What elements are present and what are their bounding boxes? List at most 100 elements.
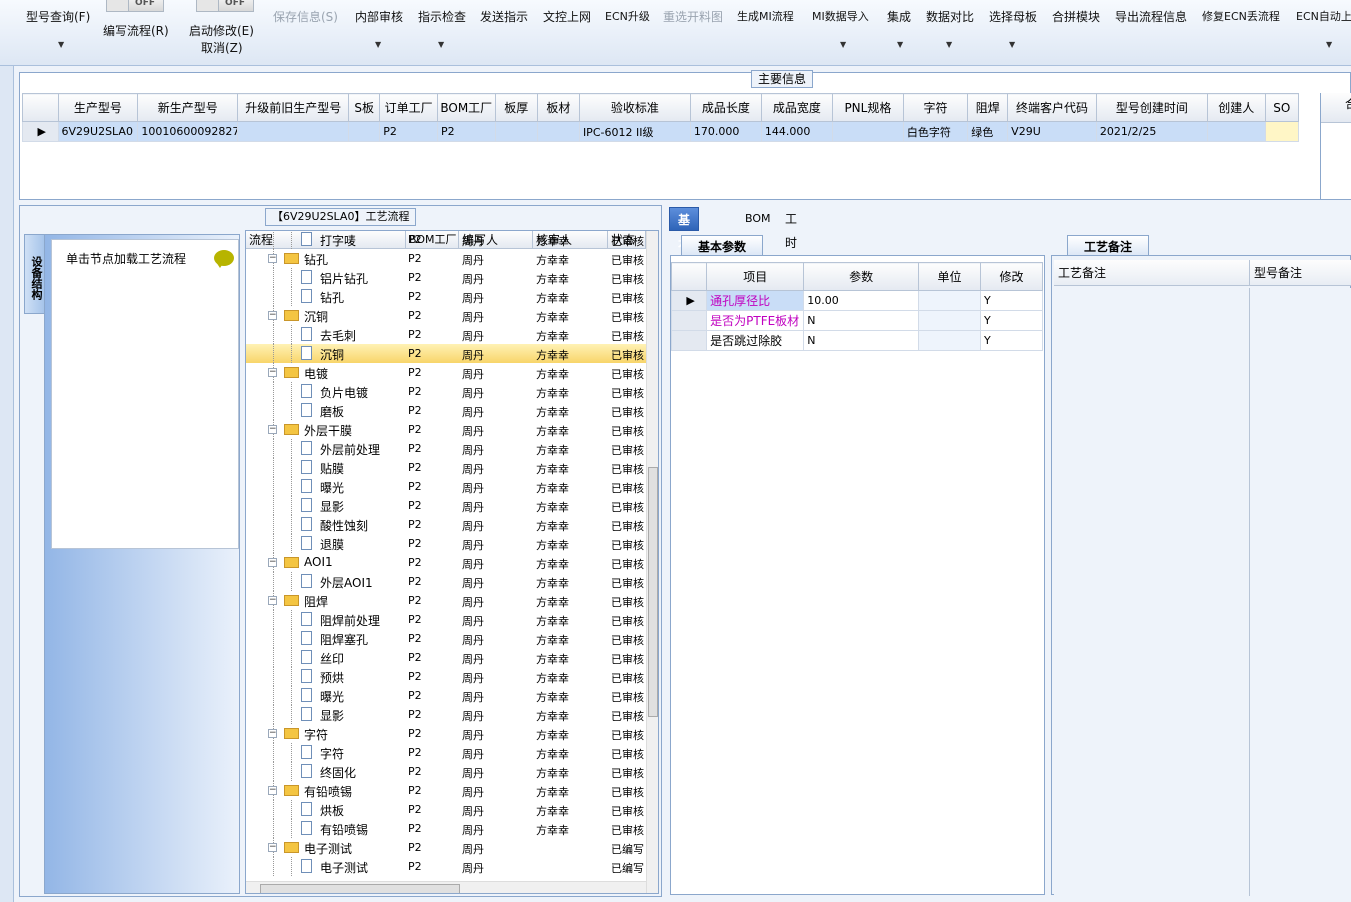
table-row[interactable]: ▶ 6V29U2SLA0 10010600092827 P2 P2 IPC-6012 II… — [22, 121, 1300, 142]
cancel-button[interactable]: 取消(Z) — [201, 39, 243, 56]
grid-cell[interactable] — [348, 121, 381, 142]
model-notes-field[interactable] — [1250, 288, 1351, 896]
integrate-button[interactable]: 集成 — [887, 8, 911, 25]
select-master-button[interactable]: 选择母板 — [989, 8, 1037, 25]
tree-row[interactable]: 沉铜 P2 周丹 方幸幸 已审核 — [246, 344, 646, 363]
column-header[interactable]: 字符 — [902, 93, 969, 122]
column-header[interactable]: PNL规格 — [831, 93, 904, 122]
grid-cell[interactable]: 10010600092827 — [137, 121, 239, 142]
column-header[interactable]: 板厚 — [494, 93, 538, 122]
collapse-icon[interactable]: − — [268, 729, 277, 738]
reselect-cut-button[interactable]: 重选开料图 — [663, 8, 723, 25]
tree-row[interactable]: 酸性蚀刻 P2 周丹 方幸幸 已审核 — [246, 515, 646, 534]
mi-import-dropdown-icon[interactable]: ▼ — [840, 40, 846, 49]
tree-row[interactable]: 曝光 P2 周丹 方幸幸 已审核 — [246, 686, 646, 705]
tree-row[interactable]: 打字唛 P2 周丹 方幸幸 已审核 — [246, 231, 646, 249]
internal-review-button[interactable]: 内部审核 — [355, 8, 403, 25]
equipment-structure-tab[interactable]: 设备结构 — [24, 234, 44, 314]
grid-cell[interactable]: 白色字符 — [902, 121, 969, 142]
collapse-icon[interactable]: − — [268, 254, 277, 263]
tree-row[interactable]: − 阻焊 P2 周丹 方幸幸 已审核 — [246, 591, 646, 610]
param-value[interactable]: N — [803, 310, 919, 331]
tree-row[interactable]: 丝印 P2 周丹 方幸幸 已审核 — [246, 648, 646, 667]
param-row[interactable]: 是否跳过除胶 N Y — [670, 330, 1044, 351]
tree-row[interactable]: − 有铅喷锡 P2 周丹 方幸幸 已审核 — [246, 781, 646, 800]
tree-row[interactable]: − 外层干膜 P2 周丹 方幸幸 已审核 — [246, 420, 646, 439]
param-column-header[interactable]: 项目 — [706, 262, 805, 291]
tree-row[interactable]: − 电子测试 P2 周丹 已编写 — [246, 838, 646, 857]
send-instruction-button[interactable]: 发送指示 — [480, 8, 528, 25]
scrollbar-thumb[interactable] — [648, 467, 658, 717]
tree-row[interactable]: − 沉铜 P2 周丹 方幸幸 已审核 — [246, 306, 646, 325]
tree-row[interactable]: 去毛刺 P2 周丹 方幸幸 已审核 — [246, 325, 646, 344]
process-notes-field[interactable] — [1054, 288, 1250, 896]
doc-upload-button[interactable]: 文控上网 — [543, 8, 591, 25]
grid-cell[interactable] — [1206, 121, 1266, 142]
ecn-upgrade-button[interactable]: ECN升级 — [605, 8, 650, 24]
param-value[interactable]: N — [803, 330, 919, 351]
column-header[interactable]: 验收标准 — [578, 93, 691, 122]
data-compare-dropdown-icon[interactable]: ▼ — [946, 40, 952, 49]
tab-basic-params[interactable]: 基本参数 — [681, 235, 764, 257]
column-header[interactable]: 成品宽度 — [760, 93, 833, 122]
column-header[interactable]: 成品长度 — [689, 93, 762, 122]
scrollbar-thumb[interactable] — [260, 884, 460, 893]
tree-row[interactable]: − 字符 P2 周丹 方幸幸 已审核 — [246, 724, 646, 743]
tree-row[interactable]: 外层AOI1 P2 周丹 方幸幸 已审核 — [246, 572, 646, 591]
collapse-icon[interactable]: − — [268, 425, 277, 434]
param-unit[interactable] — [917, 290, 981, 311]
start-modify-toggle[interactable]: OFF — [196, 0, 254, 12]
param-column-header[interactable]: 单位 — [917, 262, 981, 291]
tree-row[interactable]: 字符 P2 周丹 方幸幸 已审核 — [246, 743, 646, 762]
tree-row[interactable]: − AOI1 P2 周丹 方幸幸 已审核 — [246, 553, 646, 572]
column-header[interactable]: 生产型号 — [57, 93, 139, 122]
save-info-button[interactable]: 保存信息(S) — [273, 8, 338, 25]
tree-row[interactable]: 贴膜 P2 周丹 方幸幸 已审核 — [246, 458, 646, 477]
tree-vertical-scrollbar[interactable] — [646, 231, 658, 893]
column-header[interactable]: SO — [1264, 93, 1300, 122]
tree-row[interactable]: − 电镀 P2 周丹 方幸幸 已审核 — [246, 363, 646, 382]
tree-row[interactable]: 曝光 P2 周丹 方幸幸 已审核 — [246, 477, 646, 496]
export-flow-button[interactable]: 导出流程信息 — [1115, 8, 1187, 25]
param-column-header[interactable]: 参数 — [803, 262, 919, 291]
tree-row[interactable]: 负片电镀 P2 周丹 方幸幸 已审核 — [246, 382, 646, 401]
tree-row[interactable]: 外层前处理 P2 周丹 方幸幸 已审核 — [246, 439, 646, 458]
tree-row[interactable]: 磨板 P2 周丹 方幸幸 已审核 — [246, 401, 646, 420]
grid-cell[interactable]: 170.000 — [689, 121, 762, 142]
param-value[interactable]: 10.00 — [803, 290, 919, 311]
column-header[interactable]: 型号创建时间 — [1095, 93, 1208, 122]
tree-row[interactable]: 钻孔 P2 周丹 方幸幸 已审核 — [246, 287, 646, 306]
grid-cell[interactable]: P2 — [436, 121, 496, 142]
instruction-check-dropdown-icon[interactable]: ▼ — [438, 40, 444, 49]
column-header[interactable]: S板 — [348, 93, 381, 122]
ecn-auto-button[interactable]: ECN自动上 — [1296, 8, 1351, 24]
param-column-header[interactable]: 修改 — [979, 262, 1044, 291]
repair-ecn-button[interactable]: 修复ECN丢流程 — [1202, 8, 1280, 24]
tree-row[interactable]: 阻焊塞孔 P2 周丹 方幸幸 已审核 — [246, 629, 646, 648]
tab-work-hours[interactable]: 工时 — [777, 207, 805, 250]
grid-cell[interactable] — [536, 121, 580, 142]
tree-row[interactable]: − 钻孔 P2 周丹 方幸幸 已审核 — [246, 249, 646, 268]
write-flow-button[interactable]: 编写流程(R) — [103, 22, 169, 39]
tree-row[interactable]: 铝片钻孔 P2 周丹 方幸幸 已审核 — [246, 268, 646, 287]
merge-module-button[interactable]: 合拼模块 — [1052, 8, 1100, 25]
grid-cell[interactable]: P2 — [379, 121, 438, 142]
column-header[interactable]: 创建人 — [1206, 93, 1266, 122]
grid-cell[interactable]: 2021/2/25 — [1095, 121, 1208, 142]
column-header[interactable]: 终端客户代码 — [1007, 93, 1097, 122]
collapse-icon[interactable]: − — [268, 786, 277, 795]
tree-row[interactable]: 终固化 P2 周丹 方幸幸 已审核 — [246, 762, 646, 781]
column-header[interactable]: 板材 — [536, 93, 580, 122]
grid-cell[interactable] — [494, 121, 538, 142]
grid-cell[interactable] — [831, 121, 904, 142]
tree-row[interactable]: 退膜 P2 周丹 方幸幸 已审核 — [246, 534, 646, 553]
column-header[interactable]: 订单工厂 — [379, 93, 438, 122]
instruction-check-button[interactable]: 指示检查 — [418, 8, 466, 25]
param-unit[interactable] — [917, 330, 981, 351]
select-master-dropdown-icon[interactable]: ▼ — [1009, 40, 1015, 49]
tab-process-notes[interactable]: 工艺备注 — [1067, 235, 1150, 257]
mi-import-button[interactable]: MI数据导入 — [812, 8, 869, 24]
gen-mi-flow-button[interactable]: 生成MI流程 — [737, 8, 794, 24]
tree-row[interactable]: 显影 P2 周丹 方幸幸 已审核 — [246, 705, 646, 724]
ecn-auto-dropdown-icon[interactable]: ▼ — [1326, 40, 1332, 49]
